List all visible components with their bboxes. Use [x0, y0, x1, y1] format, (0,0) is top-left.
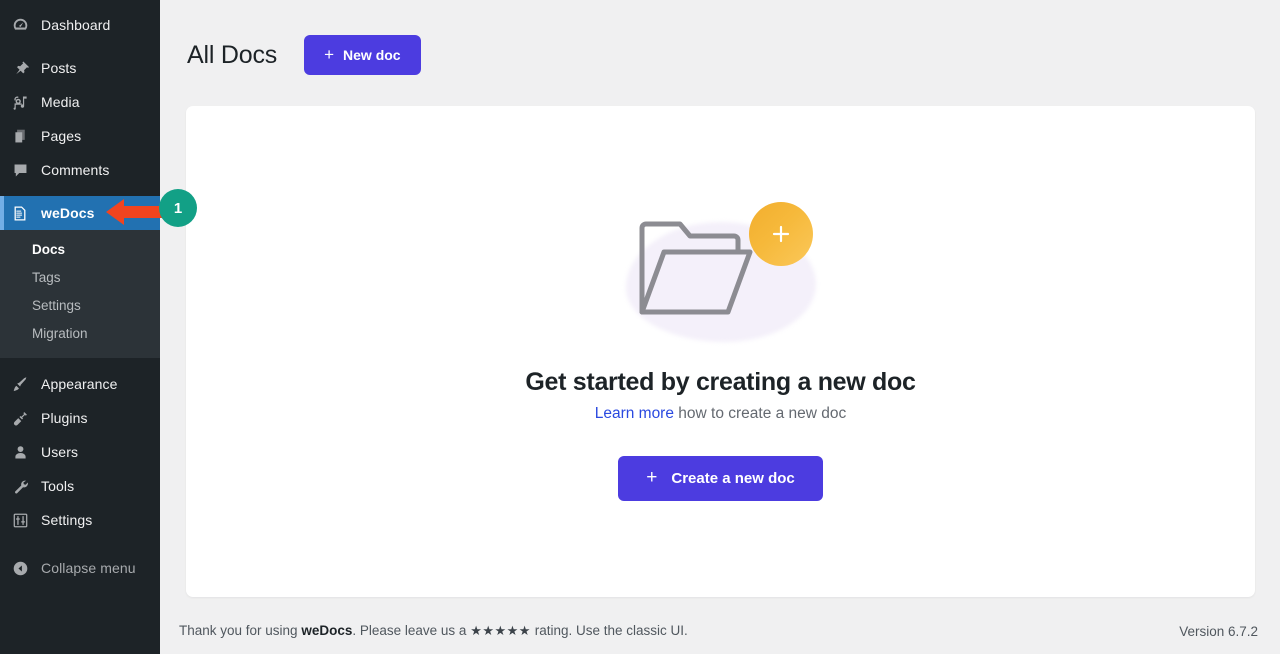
learn-more-link[interactable]: Learn more	[595, 405, 674, 422]
folder-icon	[634, 214, 764, 329]
sidebar-item-dashboard[interactable]: Dashboard	[0, 8, 160, 42]
empty-state-subtitle: Learn more how to create a new doc	[595, 405, 847, 423]
paintbrush-icon	[10, 374, 30, 394]
docs-card: Get started by creating a new doc Learn …	[186, 106, 1255, 597]
version-label: Version 6.7.2	[1179, 623, 1258, 639]
wrench-icon	[10, 476, 30, 496]
media-icon	[10, 92, 30, 112]
collapse-menu-label: Collapse menu	[41, 560, 136, 576]
sidebar-item-label: Tools	[41, 478, 75, 494]
sidebar-item-pages[interactable]: Pages	[0, 119, 160, 153]
pages-icon	[10, 126, 30, 146]
sidebar-item-comments[interactable]: Comments	[0, 153, 160, 187]
sidebar-item-users[interactable]: Users	[0, 435, 160, 469]
page-title: All Docs	[187, 40, 278, 69]
create-new-doc-button-label: Create a new doc	[671, 470, 795, 487]
plus-icon: +	[324, 44, 335, 64]
sidebar-item-appearance[interactable]: Appearance	[0, 367, 160, 401]
folder-with-plus-illustration	[606, 194, 836, 344]
admin-screen: Dashboard Posts Media Pages Comments weD…	[0, 0, 1280, 654]
plus-icon: +	[646, 467, 658, 488]
sliders-icon	[10, 510, 30, 530]
sidebar-item-label: Posts	[41, 60, 77, 76]
user-icon	[10, 442, 30, 462]
document-icon	[10, 203, 30, 223]
footer-thanks-mid: . Please leave us a	[352, 623, 471, 638]
sidebar-item-plugins[interactable]: Plugins	[0, 401, 160, 435]
sidebar-item-label: Appearance	[41, 376, 118, 392]
add-badge-icon	[748, 202, 813, 266]
new-doc-button-label: New doc	[343, 47, 401, 63]
footer-thanks-prefix: Thank you for using	[179, 623, 302, 638]
empty-state: Get started by creating a new doc Learn …	[186, 106, 1255, 597]
comment-icon	[10, 160, 30, 180]
submenu-item-settings[interactable]: Settings	[0, 292, 160, 320]
create-new-doc-button[interactable]: + Create a new doc	[618, 456, 823, 501]
sidebar-divider	[0, 42, 160, 51]
sidebar-item-label: Pages	[41, 128, 82, 144]
sidebar-divider	[0, 187, 160, 196]
empty-state-title: Get started by creating a new doc	[525, 368, 916, 396]
submenu-item-docs[interactable]: Docs	[0, 236, 160, 264]
sidebar-item-wedocs[interactable]: weDocs	[0, 196, 160, 230]
submenu-item-tags[interactable]: Tags	[0, 264, 160, 292]
sidebar-divider	[0, 358, 160, 367]
submenu-item-migration[interactable]: Migration	[0, 320, 160, 348]
admin-footer: Thank you for using weDocs. Please leave…	[160, 608, 1280, 654]
sidebar-item-label: Settings	[41, 512, 93, 528]
sidebar-item-posts[interactable]: Posts	[0, 51, 160, 85]
main-content: All Docs + New doc Get started by creati…	[160, 0, 1280, 654]
footer-product-name: weDocs	[301, 623, 353, 638]
wedocs-submenu: Docs Tags Settings Migration	[0, 230, 160, 358]
pin-icon	[10, 58, 30, 78]
collapse-menu-button[interactable]: Collapse menu	[0, 551, 160, 585]
star-rating-icon[interactable]: ★★★★★	[470, 623, 531, 638]
sidebar-item-tools[interactable]: Tools	[0, 469, 160, 503]
sidebar-item-label: Media	[41, 94, 80, 110]
dashboard-icon	[10, 15, 30, 35]
plug-icon	[10, 408, 30, 428]
sidebar-item-label: Comments	[41, 162, 110, 178]
footer-credit: Thank you for using weDocs. Please leave…	[179, 623, 1179, 639]
collapse-arrow-icon	[10, 558, 30, 578]
sidebar-item-settings[interactable]: Settings	[0, 503, 160, 537]
page-header: All Docs + New doc	[160, 0, 1280, 80]
sidebar-item-label: Plugins	[41, 410, 88, 426]
admin-sidebar: Dashboard Posts Media Pages Comments weD…	[0, 0, 160, 654]
empty-state-subtitle-rest: how to create a new doc	[673, 405, 847, 422]
sidebar-item-label: Dashboard	[41, 17, 111, 33]
new-doc-button[interactable]: + New doc	[304, 35, 421, 75]
sidebar-item-label: Users	[41, 444, 79, 460]
footer-thanks-suffix: rating. Use the classic UI.	[530, 623, 688, 638]
sidebar-item-label: weDocs	[41, 205, 95, 221]
sidebar-item-media[interactable]: Media	[0, 85, 160, 119]
